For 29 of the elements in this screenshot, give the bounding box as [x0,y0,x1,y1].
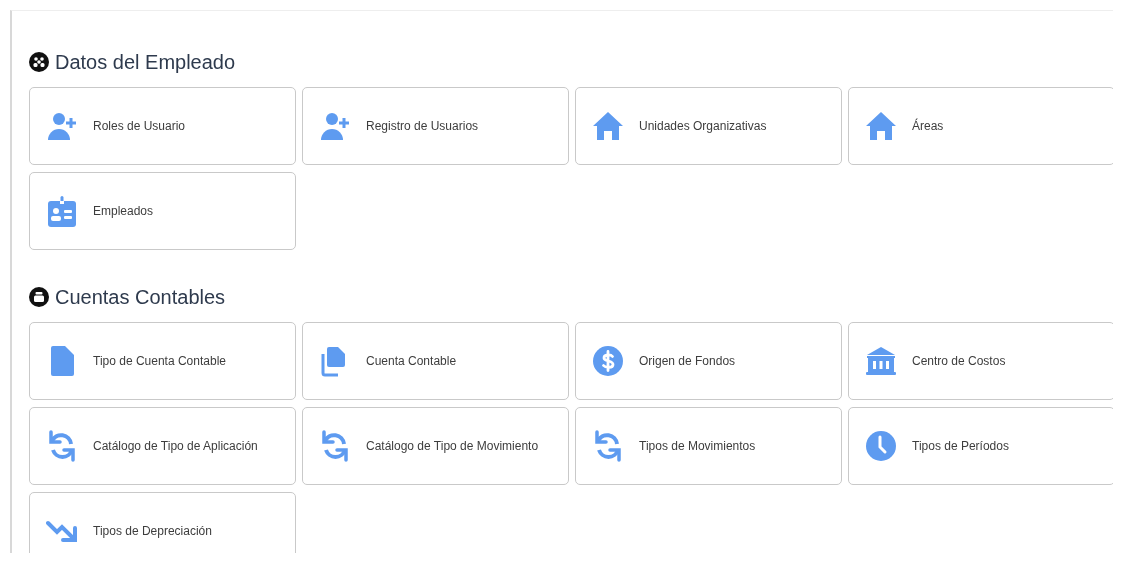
house-icon [592,110,624,142]
user-add-icon [46,110,78,142]
menu-card[interactable]: Catálogo de Tipo de Movimiento [302,407,569,485]
menu-card[interactable]: Origen de Fondos [575,322,842,400]
menu-card[interactable]: Cuenta Contable [302,322,569,400]
menu-card[interactable]: Tipo de Cuenta Contable [29,322,296,400]
stack-icon [29,287,49,307]
menu-card[interactable]: Tipos de Períodos [848,407,1113,485]
refresh-icon [592,430,624,462]
refresh-icon [46,430,78,462]
dollar-coin-icon [592,345,624,377]
menu-card[interactable]: Registro de Usuarios [302,87,569,165]
menu-card[interactable]: Áreas [848,87,1113,165]
id-badge-icon [46,195,78,227]
menu-card[interactable]: Centro de Costos [848,322,1113,400]
menu-card[interactable]: Roles de Usuario [29,87,296,165]
group-icon [29,52,49,72]
refresh-icon [319,430,351,462]
clock-icon [865,430,897,462]
house-icon [865,110,897,142]
menu-card[interactable]: Tipos de Depreciación [29,492,296,553]
section-title: Cuentas Contables [55,285,226,309]
section-title: Datos del Empleado [55,50,236,74]
menu-card[interactable]: Empleados [29,172,296,250]
menu-card[interactable]: Catálogo de Tipo de Aplicación [29,407,296,485]
menu-card[interactable]: Tipos de Movimientos [575,407,842,485]
menu-card[interactable]: Unidades Organizativas [575,87,842,165]
bank-icon [865,345,897,377]
user-add-icon [319,110,351,142]
